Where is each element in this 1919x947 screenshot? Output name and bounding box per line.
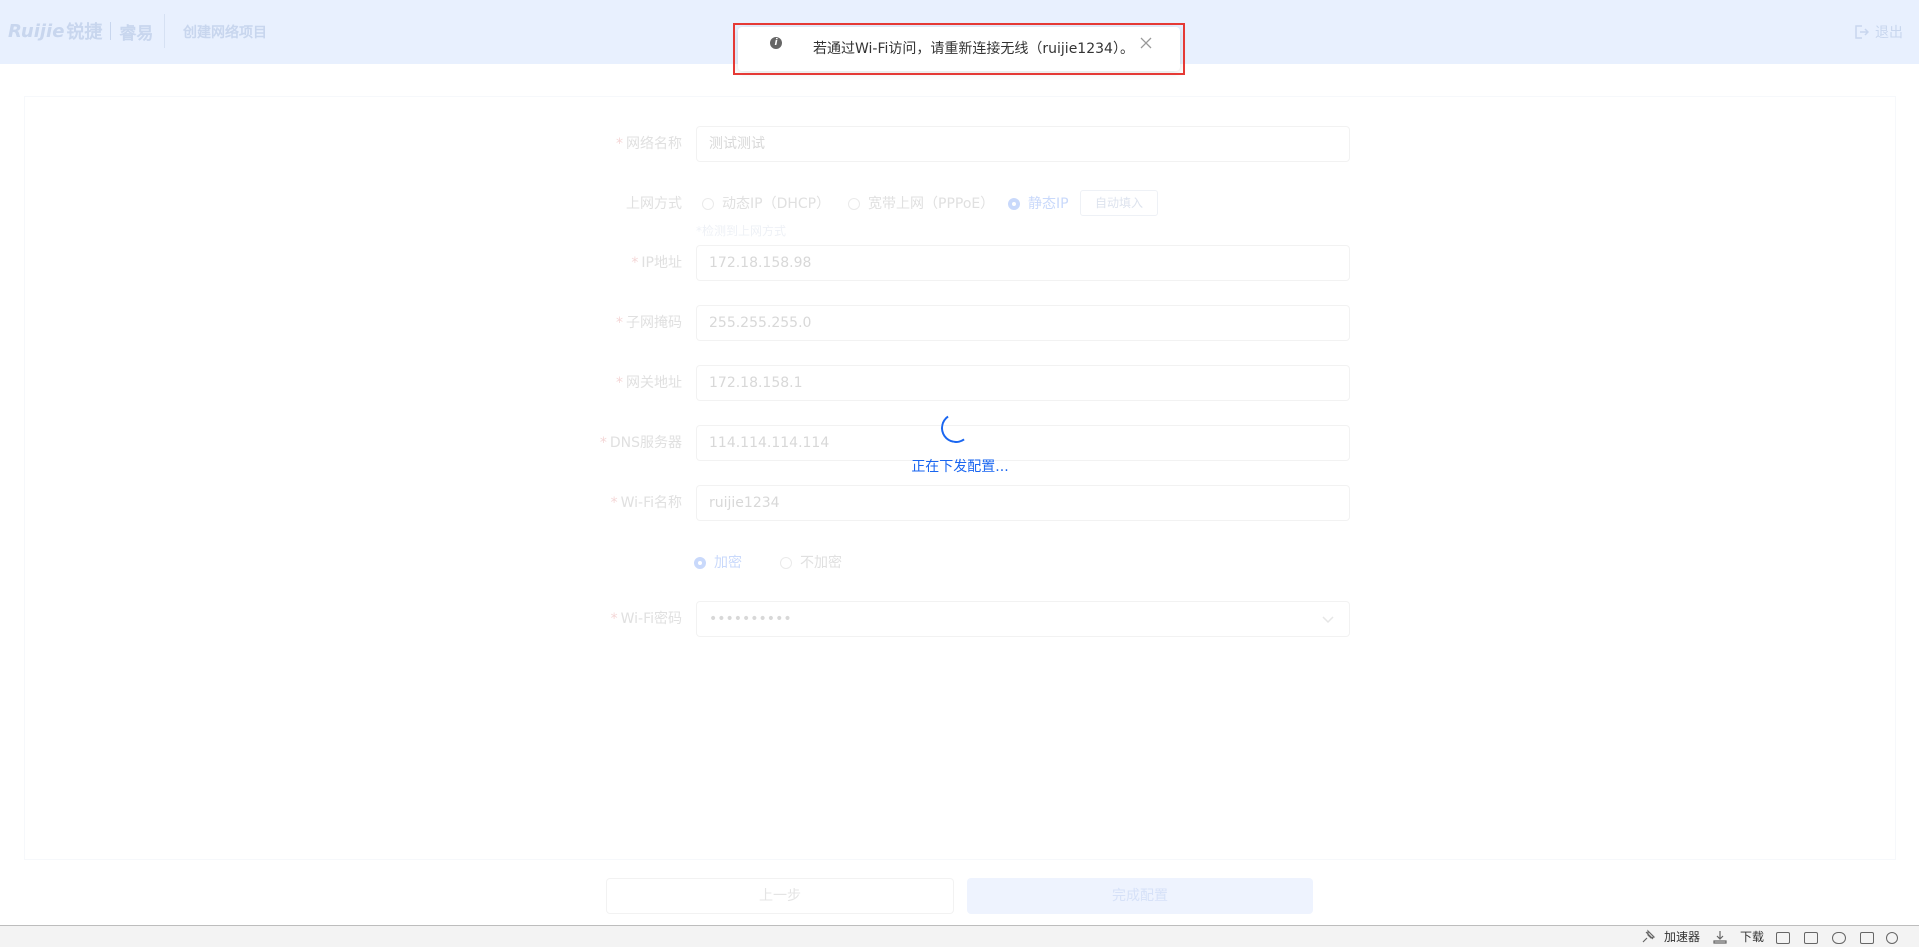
wifi-password-label: * Wi-Fi密码: [610, 611, 682, 627]
radio-unencrypted[interactable]: 不加密: [780, 545, 842, 581]
radio-selected-icon: [694, 557, 706, 569]
wifi-name-label: * Wi-Fi名称: [610, 495, 682, 511]
ip-address-row: * IP地址 172.18.158.98: [0, 245, 1919, 281]
page-title: 创建网络项目: [183, 25, 267, 41]
ip-address-input[interactable]: 172.18.158.98: [696, 245, 1350, 281]
network-name-label: * 网络名称: [616, 136, 682, 152]
radio-dhcp[interactable]: 动态IP（DHCP）: [702, 186, 830, 222]
window-icon[interactable]: [1860, 929, 1874, 945]
gateway-input[interactable]: 172.18.158.1: [696, 365, 1350, 401]
gateway-label: * 网关地址: [616, 375, 682, 391]
radio-selected-icon: [1008, 198, 1020, 210]
toast-highlight-box: [733, 23, 1185, 75]
ip-address-label: * IP地址: [631, 255, 682, 271]
radio-pppoe[interactable]: 宽带上网（PPPoE）: [848, 186, 994, 222]
sound-icon[interactable]: [1832, 929, 1846, 945]
subnet-mask-row: * 子网掩码 255.255.255.0: [0, 305, 1919, 341]
radio-circle-icon: [780, 557, 792, 569]
logo-divider: [110, 22, 112, 40]
radio-circle-icon: [848, 198, 860, 210]
logout-icon: [1855, 25, 1869, 39]
gateway-row: * 网关地址 172.18.158.1: [0, 365, 1919, 401]
wifi-name-row: * Wi-Fi名称 ruijie1234: [0, 485, 1919, 521]
dns-server-label: * DNS服务器: [599, 435, 682, 451]
header-divider: [164, 14, 165, 48]
radio-encrypted[interactable]: 加密: [694, 545, 742, 581]
encryption-row: 加密 不加密: [0, 545, 1919, 581]
internet-mode-label: 上网方式: [626, 196, 682, 212]
network-name-input[interactable]: 测试测试: [696, 126, 1350, 162]
wifi-name-input[interactable]: ruijie1234: [696, 485, 1350, 521]
subnet-mask-label: * 子网掩码: [616, 315, 682, 331]
subnet-mask-input[interactable]: 255.255.255.0: [696, 305, 1350, 341]
internet-mode-row: 上网方式 动态IP（DHCP） 宽带上网（PPPoE） 静态IP 自动填入: [0, 186, 1919, 222]
loading-text: 正在下发配置...: [911, 459, 1009, 475]
ruijie-logo: Ruijie 锐捷 睿易: [8, 18, 153, 44]
finish-config-button[interactable]: 完成配置: [967, 878, 1313, 914]
wifi-password-value: ••••••••••: [709, 611, 792, 627]
network-name-row: * 网络名称 测试测试: [0, 126, 1919, 162]
download-icon[interactable]: [1712, 929, 1728, 945]
zoom-icon[interactable]: [1886, 929, 1898, 945]
wifi-password-row: * Wi-Fi密码 ••••••••••: [0, 601, 1919, 637]
radio-circle-icon: [702, 198, 714, 210]
logo-brand: Ruijie: [8, 20, 65, 42]
radio-static-ip[interactable]: 静态IP: [1008, 186, 1069, 222]
internet-mode-hint: *检测到上网方式: [696, 224, 787, 238]
logo-sub: 睿易: [119, 23, 154, 44]
accelerator-label[interactable]: 加速器: [1664, 929, 1700, 945]
pin-icon[interactable]: [1640, 929, 1656, 945]
browser-statusbar: 加速器 下载: [0, 925, 1919, 947]
wifi-password-input[interactable]: ••••••••••: [696, 601, 1350, 637]
logo-brand-cn: 锐捷: [66, 22, 103, 43]
prev-step-button[interactable]: 上一步: [606, 878, 954, 914]
add-tab-icon[interactable]: [1776, 929, 1790, 945]
trash-icon[interactable]: [1804, 929, 1818, 945]
chevron-down-icon[interactable]: [1321, 612, 1335, 626]
logout-label: 退出: [1875, 25, 1903, 41]
auto-fill-button[interactable]: 自动填入: [1080, 190, 1158, 216]
download-label[interactable]: 下载: [1740, 929, 1764, 945]
logout-button[interactable]: 退出: [1853, 22, 1903, 42]
